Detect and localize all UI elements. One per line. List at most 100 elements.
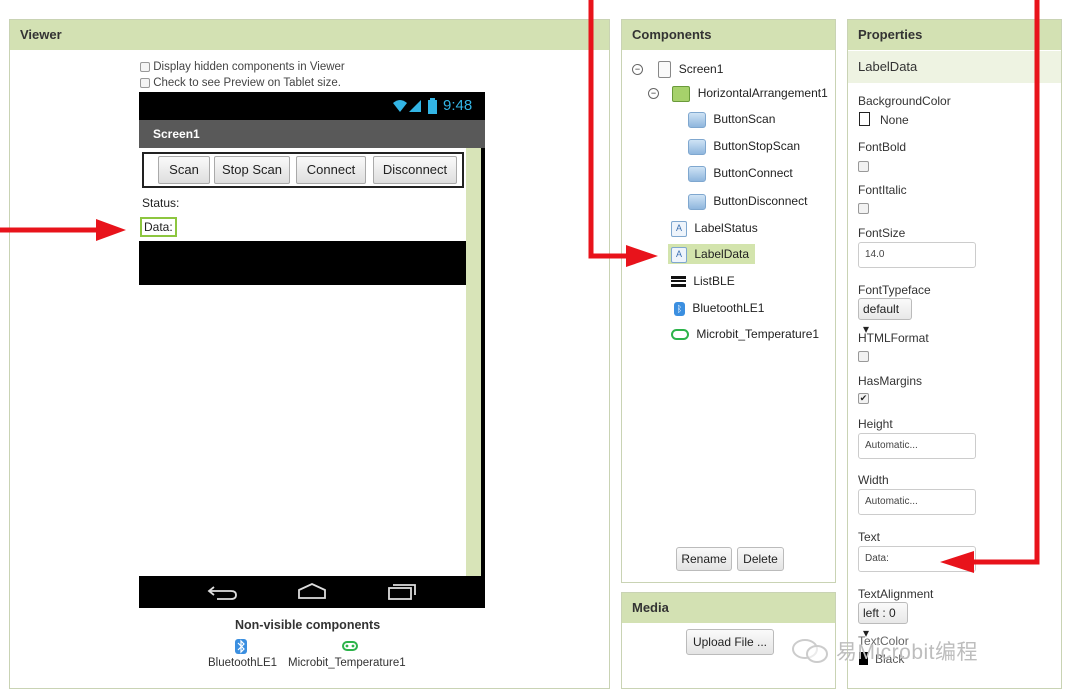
- microbit-icon: [671, 329, 689, 341]
- properties-component-name: LabelData: [848, 51, 1061, 83]
- display-hidden-checkbox[interactable]: [140, 61, 150, 72]
- font-bold-label: FontBold: [858, 140, 907, 154]
- nonvisible-bluetooth-label[interactable]: BluetoothLE1: [208, 657, 277, 669]
- delete-button[interactable]: Delete: [737, 547, 784, 571]
- tree-label: ButtonScan: [713, 112, 776, 126]
- bluetooth-icon: ᛒ: [674, 301, 685, 316]
- text-label: Text: [858, 530, 881, 544]
- arrangement-icon: [672, 85, 691, 102]
- text-alignment-select[interactable]: left : 0 ▾: [858, 602, 908, 640]
- tablet-preview-row[interactable]: Check to see Preview on Tablet size.: [140, 76, 341, 91]
- font-italic-label: FontItalic: [858, 183, 907, 197]
- button-icon: [688, 138, 706, 155]
- tree-item-screen1[interactable]: − Screen1: [632, 59, 723, 79]
- font-italic-checkbox[interactable]: [858, 203, 869, 214]
- upload-file-button[interactable]: Upload File ...: [686, 629, 774, 655]
- height-input[interactable]: Automatic...: [858, 433, 976, 459]
- media-header: Media: [622, 593, 835, 623]
- height-label: Height: [858, 417, 893, 431]
- has-margins-label: HasMargins: [858, 374, 923, 388]
- tree-item-microbit[interactable]: Microbit_Temperature1: [671, 324, 819, 344]
- has-margins-checkbox[interactable]: ✔: [858, 393, 869, 404]
- viewer-header: Viewer: [10, 20, 609, 50]
- collapse-icon[interactable]: −: [632, 64, 643, 76]
- font-typeface-label: FontTypeface: [858, 283, 931, 297]
- phone-frame: 9:48 Screen1 Scan Stop Scan Connect Disc…: [139, 92, 485, 608]
- connect-button[interactable]: Connect: [296, 156, 366, 184]
- display-hidden-row[interactable]: Display hidden components in Viewer: [140, 60, 345, 75]
- tree-item-label-status[interactable]: A LabelStatus: [671, 218, 758, 238]
- tablet-preview-checkbox[interactable]: [140, 77, 150, 88]
- back-nav-icon[interactable]: [207, 584, 239, 600]
- recents-nav-icon[interactable]: [387, 582, 417, 600]
- tree-item-list-ble[interactable]: ListBLE: [671, 271, 735, 291]
- tree-label: Microbit_Temperature1: [696, 327, 820, 341]
- tree-label: ListBLE: [693, 274, 735, 288]
- phone-status-bar: 9:48: [139, 92, 485, 120]
- horizontal-arrangement[interactable]: Scan Stop Scan Connect Disconnect: [142, 152, 464, 188]
- phone-nav-bar: [139, 576, 485, 608]
- wechat-icon: [792, 639, 828, 663]
- phone-time: 9:48: [443, 97, 473, 114]
- font-typeface-select[interactable]: default ▾: [858, 298, 912, 336]
- bluetooth-icon: [235, 639, 247, 654]
- background-color-value[interactable]: None: [880, 113, 909, 127]
- collapse-icon[interactable]: −: [648, 88, 659, 100]
- status-label[interactable]: Status:: [142, 196, 179, 210]
- background-color-label: BackgroundColor: [858, 94, 951, 108]
- nonvisible-title: Non-visible components: [235, 618, 381, 632]
- stop-scan-button[interactable]: Stop Scan: [214, 156, 290, 184]
- label-icon: A: [671, 220, 687, 237]
- properties-header: Properties: [848, 20, 1061, 50]
- tree-item-button-disconnect[interactable]: ButtonDisconnect: [688, 191, 807, 211]
- label-icon: A: [671, 246, 687, 263]
- wifi-signal-icon: [393, 100, 421, 112]
- tree-label: LabelData: [694, 247, 750, 261]
- battery-icon: [428, 98, 437, 114]
- tree-label: BluetoothLE1: [692, 301, 765, 315]
- text-alignment-label: TextAlignment: [858, 587, 934, 601]
- font-bold-checkbox[interactable]: [858, 161, 869, 172]
- tree-label: LabelStatus: [694, 221, 758, 235]
- list-icon: [671, 276, 686, 288]
- width-label: Width: [858, 473, 889, 487]
- html-format-checkbox[interactable]: [858, 351, 869, 362]
- width-input[interactable]: Automatic...: [858, 489, 976, 515]
- tree-label: HorizontalArrangement1: [697, 86, 828, 100]
- button-icon: [688, 193, 706, 210]
- font-size-label: FontSize: [858, 226, 906, 240]
- tree-label: Screen1: [678, 62, 724, 76]
- tree-item-button-connect[interactable]: ButtonConnect: [688, 163, 793, 183]
- tree-label: ButtonDisconnect: [713, 194, 808, 208]
- screen-icon: [658, 61, 672, 79]
- button-icon: [688, 111, 706, 128]
- components-header: Components: [622, 20, 835, 50]
- home-nav-icon[interactable]: [297, 582, 327, 600]
- list-ble[interactable]: [139, 241, 466, 285]
- phone-screen-title: Screen1: [153, 127, 200, 141]
- html-format-label: HTMLFormat: [858, 331, 929, 345]
- nonvisible-microbit-label[interactable]: Microbit_Temperature1: [288, 657, 406, 669]
- tree-item-button-stop-scan[interactable]: ButtonStopScan: [688, 136, 800, 156]
- phone-content: Scan Stop Scan Connect Disconnect Status…: [139, 148, 466, 576]
- disconnect-button[interactable]: Disconnect: [373, 156, 457, 184]
- tree-item-bluetooth[interactable]: ᛒ BluetoothLE1: [674, 298, 764, 318]
- microbit-icon: [342, 641, 358, 651]
- display-hidden-label: Display hidden components in Viewer: [153, 61, 345, 73]
- phone-scrollbar[interactable]: [466, 148, 481, 576]
- button-icon: [688, 165, 706, 182]
- tablet-preview-label: Check to see Preview on Tablet size.: [153, 77, 341, 89]
- phone-title-bar: Screen1: [139, 120, 485, 148]
- background-color-swatch[interactable]: [859, 112, 870, 126]
- data-label[interactable]: Data:: [140, 217, 177, 237]
- tree-item-horizontal-arrangement[interactable]: − HorizontalArrangement1: [648, 83, 828, 103]
- tree-item-button-scan[interactable]: ButtonScan: [688, 109, 775, 129]
- scan-button[interactable]: Scan: [158, 156, 210, 184]
- font-size-input[interactable]: 14.0: [858, 242, 976, 268]
- tree-item-label-data[interactable]: A LabelData: [668, 244, 756, 264]
- watermark-text: 易Microbit编程: [836, 641, 979, 664]
- tree-label: ButtonConnect: [713, 166, 793, 180]
- text-input[interactable]: Data:: [858, 546, 976, 572]
- rename-button[interactable]: Rename: [676, 547, 732, 571]
- tree-label: ButtonStopScan: [713, 139, 801, 153]
